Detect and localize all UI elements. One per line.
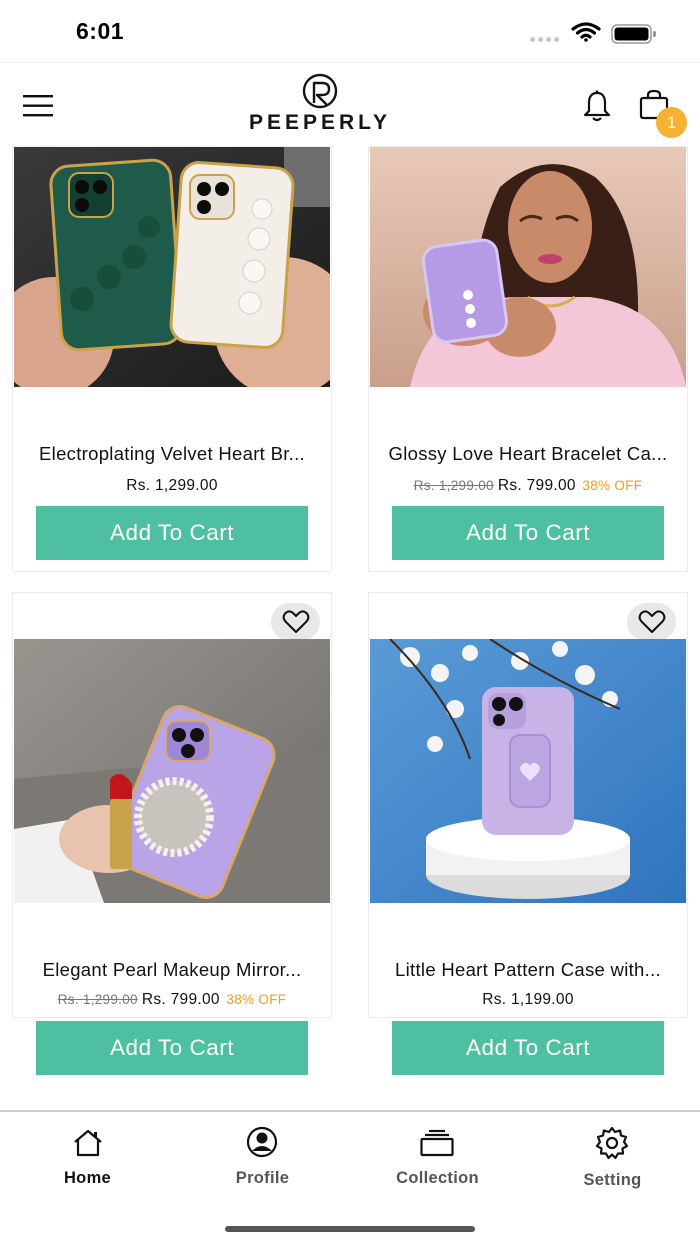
product-price: Rs. 799.00 [141,991,220,1008]
settings-icon [595,1126,629,1160]
product-image[interactable] [370,147,686,387]
cart-count-badge: 1 [656,107,687,138]
discount-label: 38% OFF [226,992,287,1007]
original-price: Rs. 1,299.00 [57,992,138,1007]
hamburger-menu-icon[interactable] [23,95,53,117]
product-price: Rs. 1,199.00 [482,991,574,1008]
add-to-cart-button[interactable]: Add To Cart [392,506,664,560]
product-card[interactable]: Elegant Pearl Makeup Mirror... Rs. 1,299… [12,592,332,1075]
add-to-cart-button[interactable]: Add To Cart [36,1021,308,1075]
tab-profile[interactable]: Profile [175,1112,350,1202]
price-row: Rs. 1,299.00 Rs. 799.00 38% OFF [369,477,687,495]
tab-label: Home [63,1169,112,1187]
profile-icon [246,1126,278,1158]
add-to-cart-button[interactable]: Add To Cart [36,506,308,560]
wifi-icon [571,22,601,42]
brand-mark-icon [302,73,338,109]
product-card[interactable]: Little Heart Pattern Case with... Rs. 1,… [368,592,688,1075]
tab-collection[interactable]: Collection [350,1112,525,1202]
tab-label: Collection [396,1169,479,1187]
product-title[interactable]: Little Heart Pattern Case with... [369,959,687,981]
product-card[interactable]: Glossy Love Heart Bracelet Ca... Rs. 1,2… [368,146,688,572]
add-to-cart-button[interactable]: Add To Cart [392,1021,664,1075]
price-row: Rs. 1,299.00 Rs. 799.00 38% OFF [13,991,331,1009]
tab-label: Profile [235,1169,290,1187]
product-title[interactable]: Glossy Love Heart Bracelet Ca... [369,443,687,465]
home-indicator[interactable] [225,1226,475,1232]
collection-icon [420,1129,454,1157]
product-image[interactable] [14,639,330,903]
tab-settings[interactable]: Setting [525,1112,700,1202]
status-bar: 6:01 [0,0,700,62]
status-time: 6:01 [76,18,125,44]
product-card[interactable]: Electroplating Velvet Heart Br... Rs. 1,… [12,146,332,572]
battery-icon [611,24,656,44]
heart-icon [638,610,665,633]
product-image[interactable] [14,147,330,387]
wishlist-button[interactable] [627,603,676,641]
notification-bell-icon[interactable] [582,90,612,122]
discount-label: 38% OFF [582,478,643,493]
product-image[interactable] [370,639,686,903]
heart-icon [282,610,309,633]
tab-label: Setting [583,1171,642,1189]
price-row: Rs. 1,299.00 [13,477,331,495]
home-icon [74,1129,102,1157]
wishlist-button[interactable] [271,603,320,641]
bottom-tab-bar: Home Profile Collection Setting [0,1110,700,1244]
brand-logo[interactable]: PEEPERLY [230,73,410,135]
tab-home[interactable]: Home [0,1112,175,1202]
product-title[interactable]: Elegant Pearl Makeup Mirror... [13,959,331,981]
product-price: Rs. 799.00 [497,477,576,494]
app-header: PEEPERLY 1 [0,62,700,146]
brand-name: PEEPERLY [248,111,392,134]
signal-dots-icon [530,37,559,42]
product-price: Rs. 1,299.00 [126,477,218,494]
original-price: Rs. 1,299.00 [413,478,494,493]
price-row: Rs. 1,199.00 [369,991,687,1009]
product-title[interactable]: Electroplating Velvet Heart Br... [13,443,331,465]
